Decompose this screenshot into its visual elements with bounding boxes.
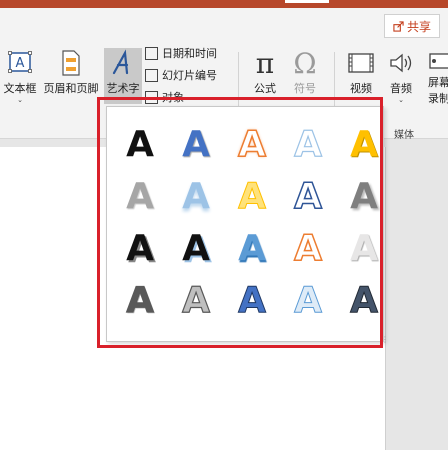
symbol-button[interactable]: Ω 符号 bbox=[288, 46, 322, 104]
wordart-style-option[interactable]: A bbox=[171, 121, 221, 169]
header-footer-button[interactable]: 页眉和页脚 bbox=[40, 48, 102, 104]
wordart-label: 艺术字 bbox=[106, 82, 140, 95]
omega-icon: Ω bbox=[293, 46, 317, 80]
wordart-style-option[interactable]: A bbox=[171, 277, 221, 325]
wordart-style-option[interactable]: A bbox=[339, 173, 389, 221]
slide-number-button[interactable]: 幻灯片编号 bbox=[145, 66, 217, 84]
svg-text:A: A bbox=[16, 56, 25, 71]
gallery-resize-grip[interactable]: ⋮ bbox=[381, 335, 389, 344]
title-bar bbox=[0, 0, 448, 8]
equation-label: 公式 bbox=[254, 82, 276, 95]
wordart-style-option[interactable]: A bbox=[283, 277, 333, 325]
speaker-icon bbox=[390, 53, 412, 73]
datetime-label: 日期和时间 bbox=[162, 47, 217, 60]
wordart-style-option[interactable]: A bbox=[283, 225, 333, 273]
share-icon bbox=[393, 20, 404, 32]
share-button[interactable]: 共享 bbox=[384, 14, 440, 38]
wordart-style-option[interactable]: A bbox=[339, 225, 389, 273]
video-label: 视频 bbox=[350, 82, 372, 95]
wordart-style-option[interactable]: A bbox=[227, 277, 277, 325]
symbol-label: 符号 bbox=[294, 82, 316, 95]
pi-icon: π bbox=[255, 46, 275, 80]
screen-recording-icon bbox=[429, 53, 448, 69]
header-footer-label: 页眉和页脚 bbox=[43, 82, 99, 95]
wordart-icon bbox=[112, 49, 129, 75]
wordart-style-option[interactable]: A bbox=[283, 121, 333, 169]
header-footer-icon bbox=[62, 50, 80, 76]
wordart-style-option[interactable]: A bbox=[171, 173, 221, 221]
slide-number-label: 幻灯片编号 bbox=[162, 69, 217, 82]
screen-recording-label-1: 屏幕 bbox=[428, 76, 448, 89]
wordart-style-option[interactable]: A bbox=[283, 173, 333, 221]
wordart-button[interactable]: 艺术字 bbox=[104, 48, 142, 104]
datetime-button[interactable]: 日期和时间 bbox=[145, 44, 217, 62]
textbox-label: 文本框 bbox=[3, 82, 37, 95]
textbox-icon: A bbox=[8, 51, 32, 73]
title-bar-tab-indicator bbox=[285, 0, 329, 3]
video-icon bbox=[348, 53, 374, 73]
object-label: 对象 bbox=[162, 91, 184, 104]
equation-button[interactable]: π 公式 bbox=[248, 46, 282, 104]
object-button[interactable]: 对象 bbox=[145, 88, 184, 106]
wordart-style-option[interactable]: A bbox=[115, 277, 165, 325]
object-icon bbox=[145, 90, 158, 104]
slide-number-icon bbox=[145, 68, 158, 82]
wordart-style-option[interactable]: A bbox=[115, 225, 165, 273]
screen-recording-button[interactable]: 屏幕 录制 bbox=[426, 48, 448, 105]
video-button[interactable]: 视频 bbox=[344, 48, 378, 104]
audio-button[interactable]: 音频 ⌄ bbox=[386, 48, 416, 104]
chevron-down-icon: ⌄ bbox=[398, 96, 404, 104]
audio-label: 音频 bbox=[390, 82, 412, 95]
wordart-gallery: AAAAAAAAAAAAAAAAAAAA bbox=[106, 106, 384, 342]
wordart-style-option[interactable]: A bbox=[339, 277, 389, 325]
wordart-style-option[interactable]: A bbox=[227, 121, 277, 169]
wordart-style-option[interactable]: A bbox=[115, 121, 165, 169]
share-label: 共享 bbox=[406, 19, 431, 34]
wordart-style-option[interactable]: A bbox=[227, 225, 277, 273]
wordart-style-option[interactable]: A bbox=[339, 121, 389, 169]
chevron-down-icon: ⌄ bbox=[17, 96, 23, 104]
calendar-icon bbox=[145, 46, 158, 60]
screen-recording-label-2: 录制 bbox=[428, 92, 448, 105]
textbox-button[interactable]: A 文本框 ⌄ bbox=[2, 48, 38, 104]
wordart-style-option[interactable]: A bbox=[115, 173, 165, 221]
wordart-style-option[interactable]: A bbox=[227, 173, 277, 221]
wordart-style-option[interactable]: A bbox=[171, 225, 221, 273]
